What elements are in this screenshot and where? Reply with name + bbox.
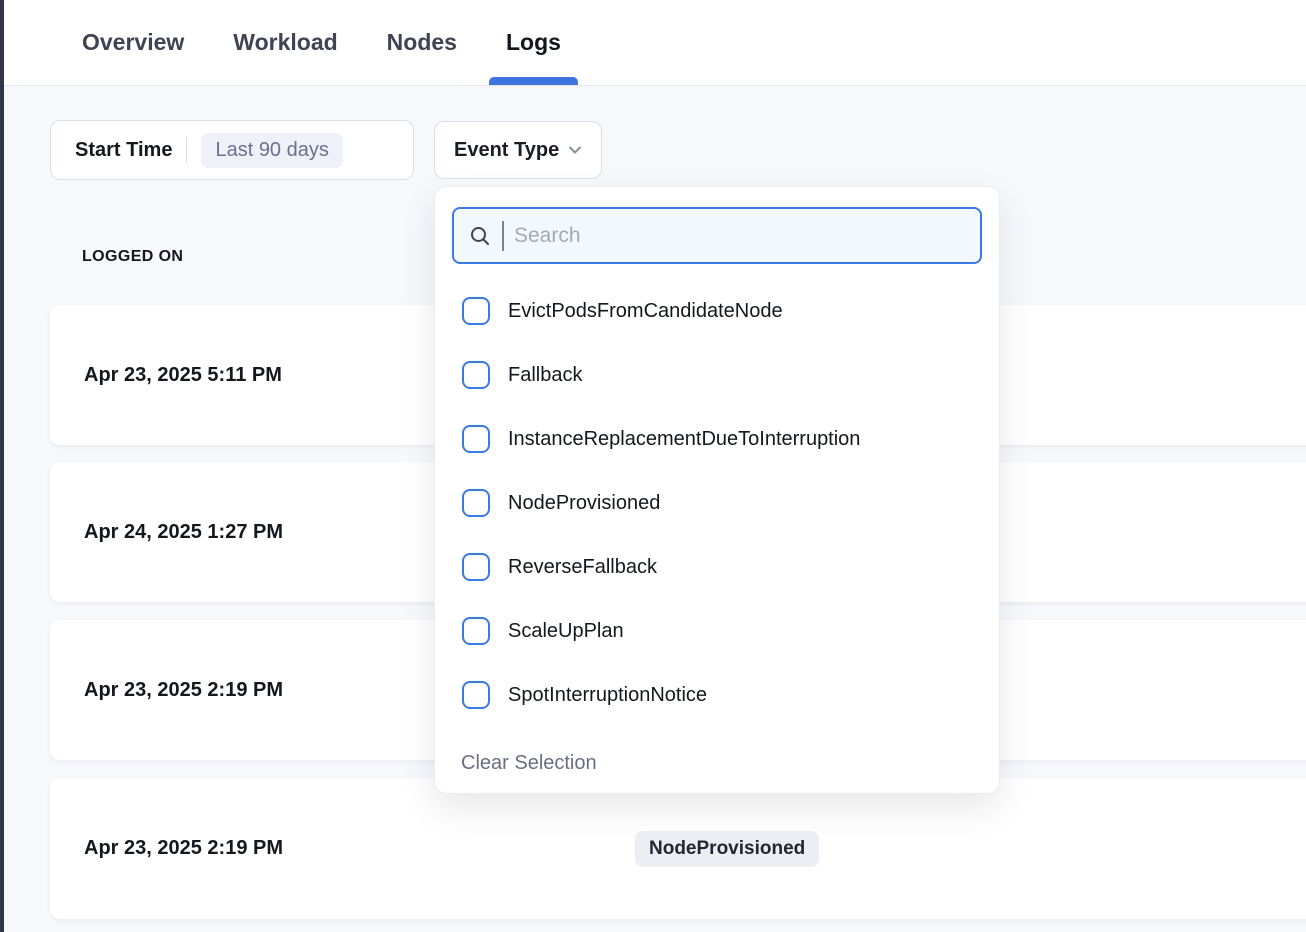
chevron-down-icon: [565, 140, 585, 160]
clear-selection-button[interactable]: Clear Selection: [461, 743, 999, 783]
tab-bar: Overview Workload Nodes Logs: [0, 0, 1306, 86]
option-instancereplacementduetointerruption[interactable]: InstanceReplacementDueToInterruption: [462, 407, 999, 471]
event-type-checkbox[interactable]: [462, 425, 490, 453]
event-type-checkbox[interactable]: [462, 361, 490, 389]
event-type-filter-label: Event Type: [454, 139, 559, 162]
option-fallback[interactable]: Fallback: [462, 343, 999, 407]
option-label: ScaleUpPlan: [508, 620, 624, 643]
option-scaleupplan[interactable]: ScaleUpPlan: [462, 599, 999, 663]
event-type-checkbox[interactable]: [462, 297, 490, 325]
tab-nodes[interactable]: Nodes: [387, 0, 457, 85]
logged-on-timestamp: Apr 23, 2025 2:19 PM: [84, 837, 283, 860]
event-type-checkbox[interactable]: [462, 489, 490, 517]
option-evictpodsfromcandidatenode[interactable]: EvictPodsFromCandidateNode: [462, 279, 999, 343]
logs-page: Overview Workload Nodes Logs Start Time …: [0, 0, 1306, 932]
option-label: SpotInterruptionNotice: [508, 684, 707, 707]
tab-logs-label: Logs: [506, 29, 561, 56]
tab-workload-label: Workload: [233, 29, 337, 56]
dropdown-search-box[interactable]: [452, 207, 982, 264]
search-icon: [468, 224, 492, 248]
event-type-checkbox[interactable]: [462, 681, 490, 709]
tab-overview[interactable]: Overview: [82, 0, 184, 85]
event-type-dropdown-panel: EvictPodsFromCandidateNode Fallback Inst…: [434, 186, 1000, 794]
filter-divider: [186, 137, 187, 163]
logged-on-timestamp: Apr 23, 2025 5:11 PM: [84, 364, 282, 387]
tab-workload[interactable]: Workload: [233, 0, 337, 85]
start-time-filter-value: Last 90 days: [201, 133, 342, 168]
option-label: Fallback: [508, 364, 582, 387]
event-type-badge: NodeProvisioned: [635, 831, 819, 867]
event-type-option-list: EvictPodsFromCandidateNode Fallback Inst…: [462, 279, 999, 727]
text-cursor: [502, 221, 504, 251]
start-time-filter-label: Start Time: [75, 139, 172, 162]
option-label: NodeProvisioned: [508, 492, 660, 515]
tab-list: Overview Workload Nodes Logs: [0, 0, 1306, 85]
active-tab-underline: [489, 77, 578, 85]
tab-overview-label: Overview: [82, 29, 184, 56]
event-type-search-input[interactable]: [514, 224, 966, 248]
column-header-logged-on: LOGGED ON: [82, 248, 183, 266]
option-label: InstanceReplacementDueToInterruption: [508, 428, 860, 451]
app-edge-strip: [0, 0, 4, 932]
log-row[interactable]: Apr 23, 2025 2:19 PM NodeProvisioned: [50, 778, 1306, 919]
event-type-checkbox[interactable]: [462, 617, 490, 645]
tab-nodes-label: Nodes: [387, 29, 457, 56]
option-label: EvictPodsFromCandidateNode: [508, 300, 783, 323]
logged-on-timestamp: Apr 23, 2025 2:19 PM: [84, 679, 283, 702]
event-type-checkbox[interactable]: [462, 553, 490, 581]
option-nodeprovisioned[interactable]: NodeProvisioned: [462, 471, 999, 535]
start-time-filter-button[interactable]: Start Time Last 90 days: [50, 120, 414, 180]
option-spotinterruptionnotice[interactable]: SpotInterruptionNotice: [462, 663, 999, 727]
option-reversefallback[interactable]: ReverseFallback: [462, 535, 999, 599]
tab-logs[interactable]: Logs: [506, 0, 561, 85]
event-type-filter-button[interactable]: Event Type: [434, 121, 602, 179]
option-label: ReverseFallback: [508, 556, 657, 579]
logged-on-timestamp: Apr 24, 2025 1:27 PM: [84, 521, 283, 544]
